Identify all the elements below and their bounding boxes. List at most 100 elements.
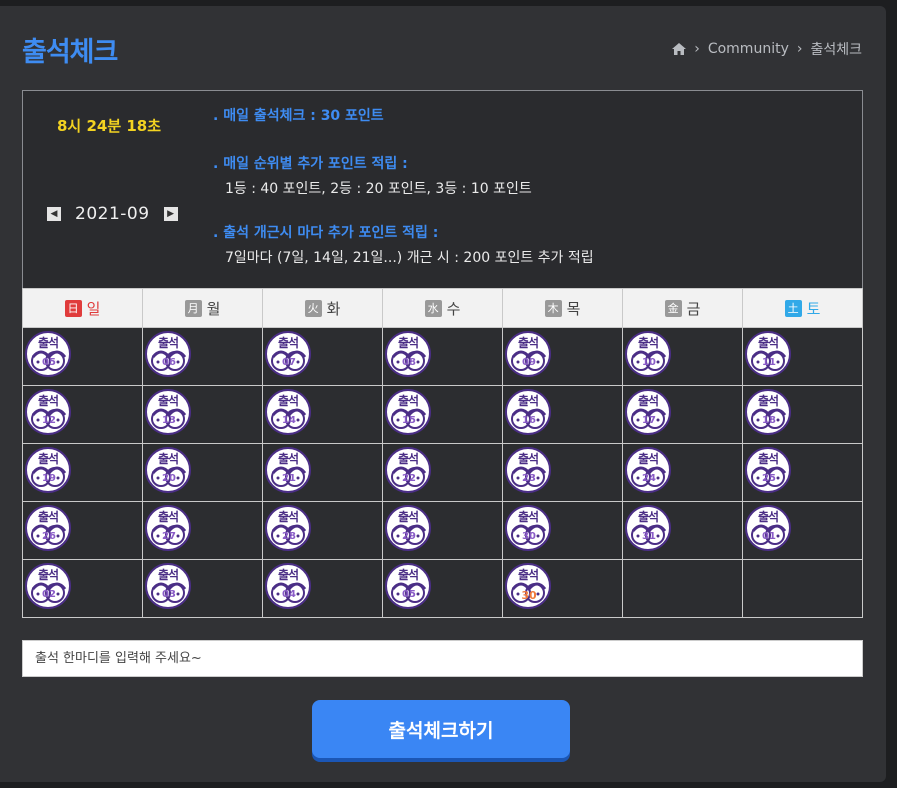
- stamp-day-number: 03: [162, 589, 176, 600]
- weekday-header-6: 土토: [742, 288, 863, 328]
- calendar-day-cell: 출석 08: [382, 327, 503, 386]
- stamp-day-number: 02: [42, 589, 56, 600]
- calendar-day-cell: 출석 21: [262, 443, 383, 502]
- attendance-stamp-icon: 출석 13: [145, 389, 191, 435]
- rule-streak-head: . 출석 개근시 마다 추가 포인트 적립 :: [213, 225, 439, 241]
- stamp-text: 출석: [517, 510, 539, 524]
- stamp-day-number: 14: [282, 415, 296, 426]
- breadcrumb-current: 출석체크: [810, 42, 862, 58]
- attendance-stamp-icon: 출석 21: [265, 447, 311, 493]
- weekday-name: 화: [326, 299, 341, 318]
- weekday-header-1: 月월: [142, 288, 263, 328]
- stamp-day-number: 06: [162, 357, 176, 368]
- stamp-text: 출석: [757, 336, 779, 350]
- attendance-stamp-icon: 출석 05: [385, 563, 431, 609]
- stamp-text: 출석: [37, 452, 59, 466]
- attendance-stamp-icon: 출석 05: [25, 331, 71, 377]
- stamp-day-number: 28: [282, 531, 296, 542]
- weekday-header-row: 日일月월火화水수木목金금土토: [22, 288, 863, 328]
- breadcrumb-community[interactable]: Community: [708, 41, 789, 57]
- stamp-day-number: 30: [522, 531, 536, 542]
- month-label: 2021-09: [75, 204, 150, 224]
- prev-month-button[interactable]: ◀: [47, 207, 61, 221]
- stamp-day-number: 29: [402, 531, 416, 542]
- stamp-day-number: 09: [522, 357, 536, 368]
- stamp-text: 출석: [37, 568, 59, 582]
- attendance-stamp-icon: 출석 24: [625, 447, 671, 493]
- calendar-day-cell: 출석 11: [742, 327, 863, 386]
- calendar-day-cell: 출석 04: [262, 559, 383, 618]
- calendar-day-cell: 출석 07: [262, 327, 383, 386]
- calendar-day-cell: 출석 19: [22, 443, 143, 502]
- stamp-day-number: 13: [162, 415, 176, 426]
- stamp-day-number: 26: [42, 531, 56, 542]
- stamp-text: 출석: [37, 336, 59, 350]
- stamp-text: 출석: [37, 510, 59, 524]
- calendar-week-row: 출석 05 출석 06 출석 07 출석 08 출석 09 출석 10 출석 11: [22, 327, 863, 386]
- chevron-right-icon: ›: [796, 41, 803, 57]
- stamp-day-number: 12: [42, 415, 56, 426]
- attendance-stamp-icon: 출석 03: [145, 563, 191, 609]
- rule-daily: . 매일 출석체크 : 30 포인트: [213, 108, 384, 124]
- calendar-day-cell: 출석 27: [142, 501, 263, 560]
- home-icon[interactable]: [672, 43, 687, 55]
- stamp-day-number: 17: [642, 415, 656, 426]
- calendar-week-row: 출석 19 출석 20 출석 21 출석 22 출석 23 출석 24 출석 25: [22, 443, 863, 502]
- attendance-stamp-icon: 출석 18: [745, 389, 791, 435]
- calendar-week-row: 출석 02 출석 03 출석 04 출석 05 출석 30: [22, 559, 863, 618]
- calendar-day-cell: 출석 22: [382, 443, 503, 502]
- stamp-day-number: 05: [402, 589, 416, 600]
- stamp-day-number: 16: [522, 415, 536, 426]
- calendar-day-cell: 출석 25: [742, 443, 863, 502]
- comment-input[interactable]: [22, 640, 863, 677]
- attendance-stamp-icon: 출석 19: [25, 447, 71, 493]
- month-nav: ◀ 2021-09 ▶: [47, 204, 178, 224]
- weekday-header-0: 日일: [22, 288, 143, 328]
- stamp-text: 출석: [517, 568, 539, 582]
- attendance-stamp-icon: 출석 30: [505, 563, 551, 609]
- attendance-stamp-icon: 출석 28: [265, 505, 311, 551]
- weekday-tag: 金: [664, 299, 682, 317]
- weekday-tag: 水: [424, 299, 442, 317]
- attendance-stamp-icon: 출석 15: [385, 389, 431, 435]
- stamp-day-number: 10: [642, 357, 656, 368]
- calendar-day-cell: 출석 24: [622, 443, 743, 502]
- attendance-submit-button[interactable]: 출석체크하기: [312, 700, 570, 758]
- attendance-stamp-icon: 출석 08: [385, 331, 431, 377]
- calendar-day-cell: 출석 29: [382, 501, 503, 560]
- attendance-stamp-icon: 출석 23: [505, 447, 551, 493]
- stamp-text: 출석: [277, 394, 299, 408]
- attendance-stamp-icon: 출석 16: [505, 389, 551, 435]
- stamp-day-number: 11: [762, 357, 776, 368]
- attendance-stamp-icon: 출석 10: [625, 331, 671, 377]
- stamp-text: 출석: [757, 452, 779, 466]
- calendar-day-cell: 출석 14: [262, 385, 383, 444]
- calendar-day-cell: 출석 12: [22, 385, 143, 444]
- attendance-stamp-icon: 출석 30: [505, 505, 551, 551]
- weekday-name: 목: [566, 299, 581, 318]
- calendar-day-cell: 출석 13: [142, 385, 263, 444]
- weekday-header-4: 木목: [502, 288, 623, 328]
- stamp-day-number: 18: [762, 415, 776, 426]
- stamp-text: 출석: [517, 452, 539, 466]
- calendar-day-cell: 출석 03: [142, 559, 263, 618]
- calendar-day-cell: 출석 30: [502, 501, 623, 560]
- attendance-stamp-icon: 출석 29: [385, 505, 431, 551]
- weekday-header-2: 火화: [262, 288, 383, 328]
- rule-streak-text: 7일마다 (7일, 14일, 21일...) 개근 시 : 200 포인트 추가…: [225, 250, 594, 266]
- attendance-stamp-icon: 출석 14: [265, 389, 311, 435]
- attendance-stamp-icon: 출석 27: [145, 505, 191, 551]
- weekday-header-5: 金금: [622, 288, 743, 328]
- calendar-day-cell: 출석 23: [502, 443, 623, 502]
- attendance-stamp-icon: 출석 11: [745, 331, 791, 377]
- next-month-button[interactable]: ▶: [163, 207, 178, 221]
- stamp-text: 출석: [757, 394, 779, 408]
- stamp-text: 출석: [277, 568, 299, 582]
- weekday-name: 금: [686, 299, 701, 318]
- calendar-day-cell: 출석 16: [502, 385, 623, 444]
- calendar-day-cell: 출석 01: [742, 501, 863, 560]
- stamp-day-number: 05: [42, 357, 56, 368]
- stamp-day-number: 21: [282, 473, 296, 484]
- rule-rank-text: 1등 : 40 포인트, 2등 : 20 포인트, 3등 : 10 포인트: [225, 181, 532, 197]
- calendar-day-cell: 출석 05: [22, 327, 143, 386]
